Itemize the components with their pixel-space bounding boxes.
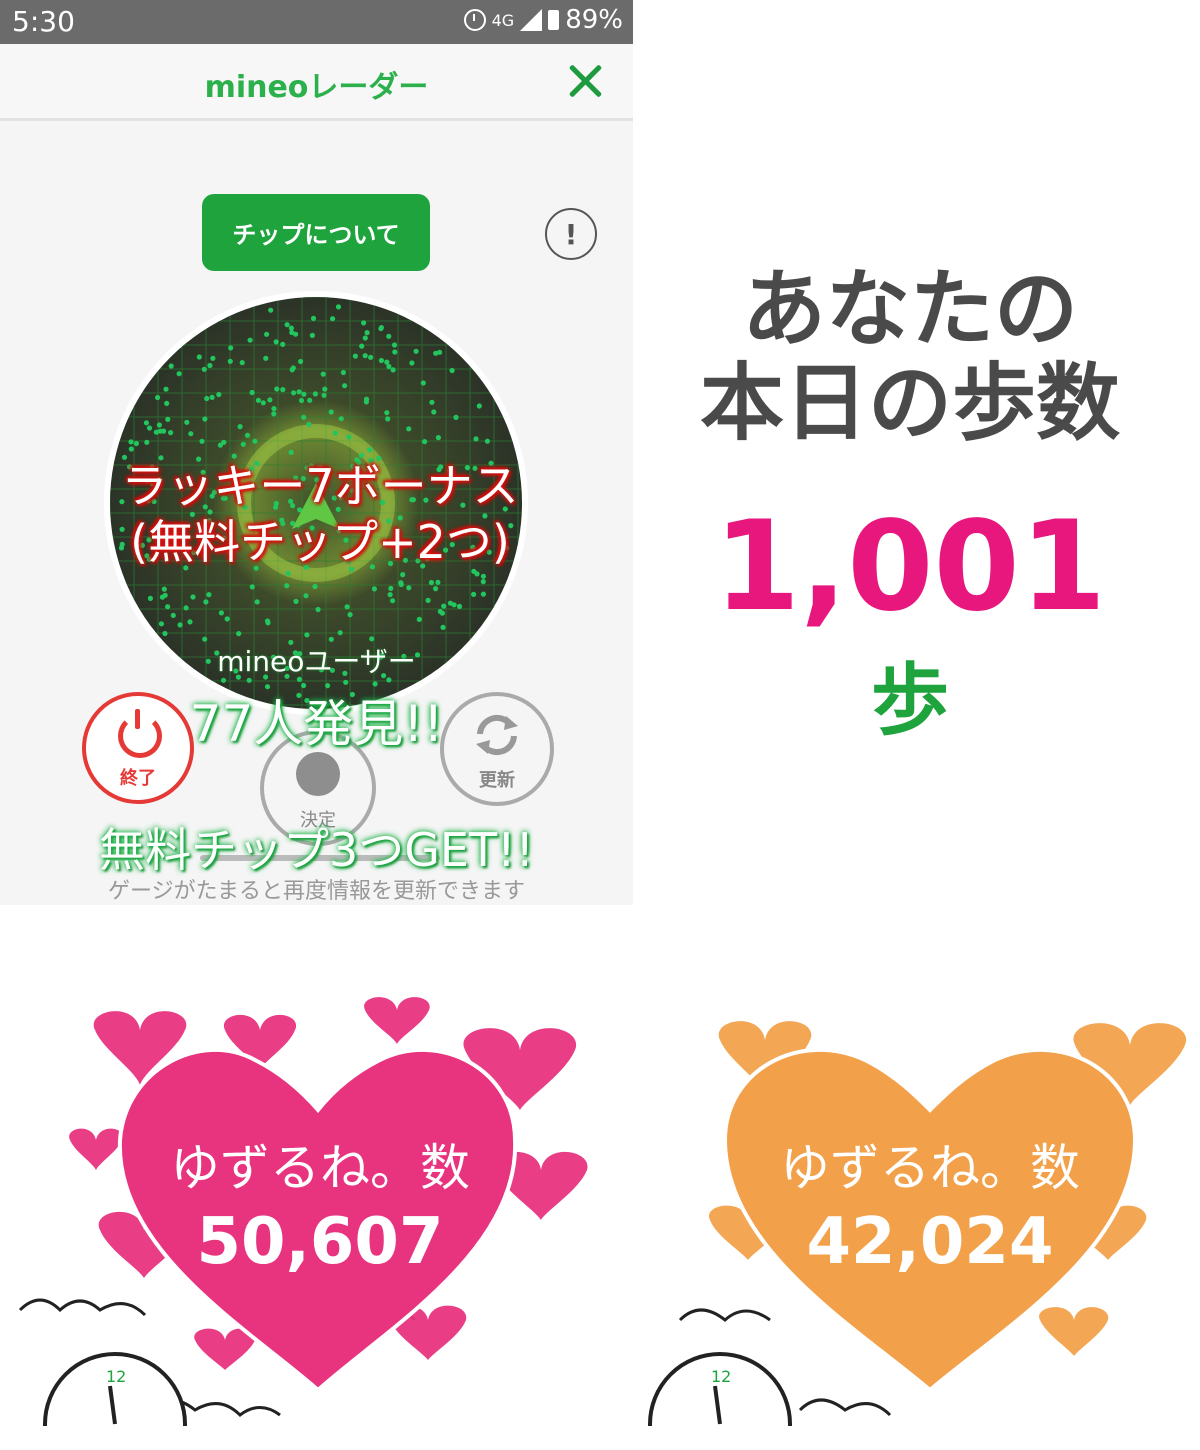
steps-heading-line2: 本日の歩数 [699, 354, 1120, 452]
lucky-bonus-detail: (無料チップ+2つ) [130, 515, 510, 569]
end-button-label: 終了 [120, 768, 156, 789]
network-type: 4G [491, 10, 515, 30]
lucky-bonus-title: ラッキー7ボーナス [121, 459, 519, 513]
info-icon[interactable]: ! [545, 208, 597, 260]
close-icon[interactable] [566, 62, 604, 100]
signal-icon [520, 9, 543, 31]
chip-info-button[interactable]: チップについて [202, 194, 430, 271]
pink-heart-value: 50,607 [196, 1205, 444, 1279]
gauge-note: ゲージがたまると再度情報を更新できます [108, 879, 525, 904]
clock-number-2: 12 [711, 1367, 731, 1386]
battery-icon [548, 10, 560, 30]
yuzurune-card-orange: ゆずるね。数 42,024 12 [600, 990, 1200, 1430]
status-icons: 4G 89% [463, 5, 623, 35]
clock-icon-2: 12 [648, 1352, 792, 1426]
pink-heart-label: ゆずるね。数 [170, 1139, 470, 1197]
steps-heading-line1: あなたの [741, 260, 1078, 358]
decide-dot-icon [296, 752, 340, 796]
found-count: 77人発見!! [189, 695, 444, 753]
alarm-icon [463, 9, 486, 31]
clock-number: 12 [106, 1367, 126, 1386]
app-header: mineoレーダー [0, 44, 633, 121]
mineo-radar-screen: 5:30 4G 89% mineoレーダー チップについて ! ラッキー7ボーナ… [0, 0, 633, 905]
mineo-user-label: mineoユーザー [217, 645, 416, 678]
clock-icon: 12 [43, 1352, 187, 1426]
lucky-bonus-overlay: ラッキー7ボーナス (無料チップ+2つ) [100, 458, 540, 570]
refresh-button-label: 更新 [479, 770, 515, 791]
battery-percent: 89% [565, 5, 623, 35]
orange-heart-value: 42,024 [806, 1205, 1054, 1279]
status-bar: 5:30 4G 89% [0, 0, 633, 44]
app-title: mineoレーダー [204, 70, 429, 105]
steps-value: 1,001 [713, 495, 1107, 639]
orange-heart-label: ゆずるね。数 [780, 1139, 1080, 1197]
steps-unit: 歩 [870, 656, 949, 746]
steps-heading: あなたの 本日の歩数 [650, 262, 1170, 450]
status-time: 5:30 [12, 5, 75, 38]
chip-get-message: 無料チップ3つGET!! [99, 823, 534, 877]
yuzurune-card-pink: ゆずるね。数 50,607 12 [0, 990, 600, 1430]
